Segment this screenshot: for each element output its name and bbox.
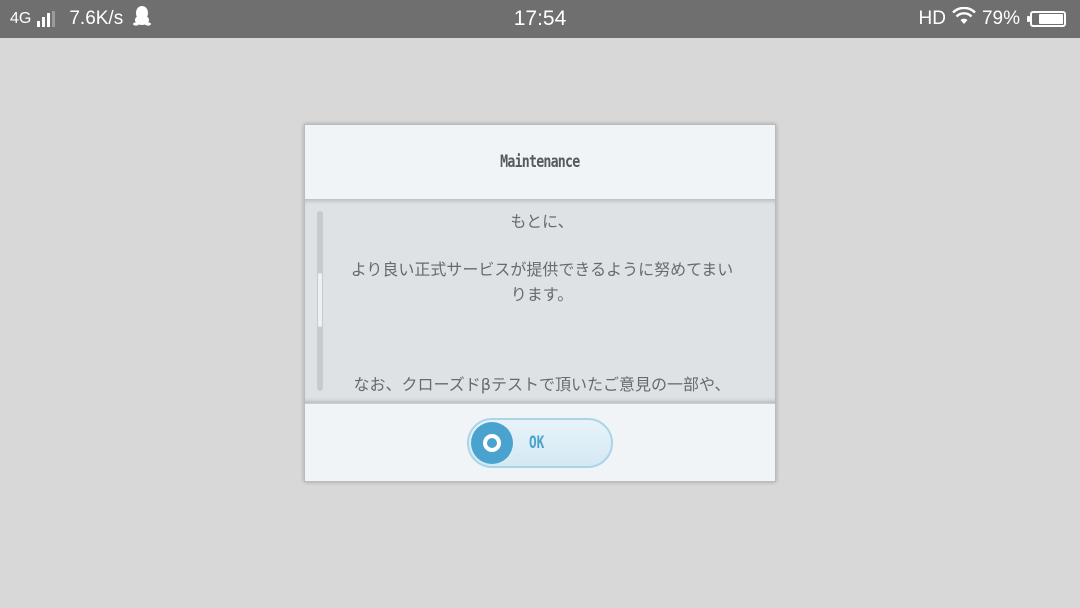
dialog-title: Maintenance <box>500 152 580 172</box>
dialog-message-area[interactable]: もとに、 より良い正式サービスが提供できるように努めてまい ります。 なお、クロ… <box>305 199 775 403</box>
status-bar: 4G 7.6K/s 17:54 HD 79% <box>0 0 1080 38</box>
scrollbar-thumb[interactable] <box>318 273 322 327</box>
ok-button-label: OK <box>529 433 545 453</box>
message-line: なお、クローズドβテストで頂いたご意見の一部や、 <box>353 375 731 394</box>
maintenance-dialog: Maintenance もとに、 より良い正式サービスが提供できるように努めてま… <box>304 124 776 482</box>
circle-confirm-icon <box>471 422 513 464</box>
message-line: ります。 <box>510 285 574 304</box>
message-line: もとに、 <box>510 212 574 231</box>
battery-fill <box>1039 14 1063 24</box>
message-line: より良い正式サービスが提供できるように努めてまい <box>350 260 734 279</box>
hd-indicator: HD <box>918 8 946 29</box>
battery-icon <box>1027 11 1066 27</box>
battery-percent: 79% <box>981 8 1020 29</box>
dialog-header: Maintenance <box>305 125 775 200</box>
wifi-icon <box>952 6 976 31</box>
status-right: HD 79% <box>919 0 1066 38</box>
scrollbar-track[interactable] <box>317 211 323 391</box>
dialog-footer: OK <box>305 403 775 482</box>
ok-button[interactable]: OK <box>467 418 613 468</box>
